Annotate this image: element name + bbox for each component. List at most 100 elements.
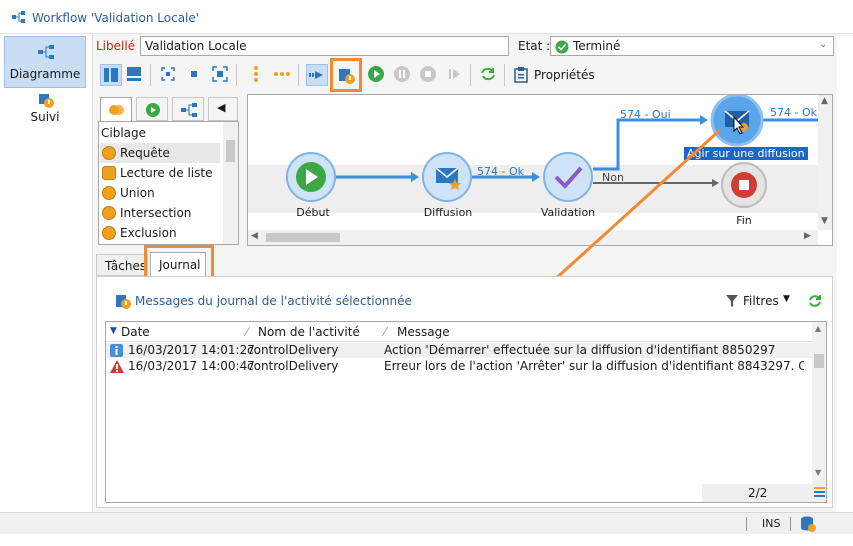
- union-icon: [102, 186, 116, 200]
- fullscreen-icon: [212, 66, 228, 82]
- toolbar-separator: [470, 64, 471, 86]
- stop-icon: [420, 66, 436, 82]
- intersection-icon: [102, 206, 116, 220]
- etat-label: Etat :: [518, 39, 551, 53]
- edge-label: 574 - Oui: [620, 108, 671, 121]
- column-header-date[interactable]: Date: [121, 325, 150, 339]
- palette-tab-flow[interactable]: [136, 97, 168, 121]
- tab-taches[interactable]: Tâches: [96, 254, 148, 276]
- journal-grid: ▼ Date ⁄ Nom de l'activité ⁄ Message 16/…: [105, 321, 827, 503]
- etat-value: Terminé: [573, 39, 621, 53]
- libelle-input[interactable]: Validation Locale: [140, 36, 509, 56]
- align-horizontal-button[interactable]: [272, 64, 294, 86]
- log-icon: [116, 295, 131, 309]
- layout-horizontal-icon: [127, 67, 141, 81]
- left-navigation: Diagramme Suivi: [0, 34, 92, 534]
- refresh-icon: [481, 67, 495, 81]
- step-button[interactable]: [444, 64, 466, 86]
- workflow-icon: [12, 11, 25, 23]
- zoom-normal-button[interactable]: [184, 64, 206, 86]
- row-date: 16/03/2017 14:01:27: [128, 343, 255, 357]
- chevron-right-icon[interactable]: ▶: [804, 231, 811, 241]
- title-bar: Workflow 'Validation Locale': [0, 0, 853, 34]
- palette-item-label: Intersection: [120, 206, 192, 220]
- table-row[interactable]: 16/03/2017 14:00:47 controlDelivery Erre…: [106, 359, 823, 374]
- pause-button[interactable]: [392, 64, 414, 86]
- zoom-fit-button[interactable]: [158, 64, 180, 86]
- table-row[interactable]: 16/03/2017 14:01:27 controlDelivery Acti…: [106, 343, 823, 358]
- chevron-down-icon[interactable]: ▼: [821, 216, 828, 226]
- pagination-bar: 2/2: [702, 484, 812, 502]
- properties-button[interactable]: Propriétés: [512, 64, 595, 86]
- scrollbar-thumb[interactable]: [266, 233, 340, 242]
- layout-vertical-icon: [104, 68, 118, 82]
- zoom-page-button[interactable]: [210, 64, 232, 86]
- row-date: 16/03/2017 14:00:47: [128, 359, 255, 373]
- scrollbar-thumb[interactable]: [226, 140, 235, 162]
- toolbar-separator: [298, 64, 299, 86]
- diagram-vscrollbar[interactable]: ▲ ▼: [818, 95, 832, 230]
- list-item[interactable]: Lecture de liste: [100, 163, 220, 183]
- nav-item-suivi[interactable]: Suivi: [4, 90, 86, 130]
- exclusion-icon: [102, 226, 116, 240]
- start-button[interactable]: [366, 64, 388, 86]
- layout-horizontal-button[interactable]: [124, 64, 146, 86]
- column-header-message[interactable]: Message: [397, 325, 450, 339]
- chevron-left-icon: ◀: [217, 101, 226, 114]
- chevron-down-icon[interactable]: ⌄: [819, 39, 827, 50]
- filters-label: Filtres: [743, 294, 779, 308]
- activity-log-button[interactable]: [330, 58, 362, 92]
- grid-vscrollbar[interactable]: ▲ ▼: [812, 322, 826, 502]
- input-mode: INS: [762, 517, 781, 530]
- palette-item-label: Union: [120, 186, 155, 200]
- refresh-icon[interactable]: [807, 293, 823, 309]
- layout-vertical-button[interactable]: [100, 64, 122, 86]
- window-title: Workflow 'Validation Locale': [32, 11, 200, 25]
- dots-vertical-icon: [254, 66, 258, 82]
- edge-arrow: [700, 115, 708, 125]
- list-read-icon: [102, 166, 116, 180]
- list-item[interactable]: Union: [100, 183, 220, 203]
- palette-tab-targeting[interactable]: [100, 97, 132, 121]
- palette-tab-actions[interactable]: [172, 97, 204, 121]
- palette-item-label: Exclusion: [120, 226, 177, 240]
- tab-label: Journal: [159, 258, 201, 272]
- list-item[interactable]: Intersection: [100, 203, 220, 223]
- palette-list: Ciblage Requête Lecture de liste Union I…: [98, 121, 239, 245]
- list-item[interactable]: Requête: [100, 143, 220, 163]
- targeting-icon: [109, 105, 124, 115]
- node-label-fin: Fin: [736, 214, 752, 227]
- zoom-fit-icon: [161, 67, 175, 81]
- row-activity: controlDelivery: [247, 343, 339, 357]
- column-header-activity[interactable]: Nom de l'activité: [258, 325, 360, 339]
- transition-button[interactable]: [306, 64, 328, 86]
- square-icon: [191, 71, 197, 77]
- chevron-down-icon[interactable]: ▼: [815, 468, 821, 477]
- log-icon: [339, 69, 355, 84]
- status-separator: [746, 517, 747, 531]
- chevron-left-icon[interactable]: ◀: [251, 231, 258, 241]
- nav-item-diagramme[interactable]: Diagramme: [4, 36, 86, 88]
- refresh-button[interactable]: [478, 64, 500, 86]
- scrollbar-thumb[interactable]: [814, 354, 824, 368]
- nav-label-suivi: Suivi: [30, 110, 60, 124]
- chevron-up-icon[interactable]: ▲: [815, 324, 821, 333]
- list-icon[interactable]: [814, 486, 825, 498]
- database-icon: [801, 516, 816, 532]
- row-activity: controlDelivery: [247, 359, 339, 373]
- palette-tab-more[interactable]: ◀: [208, 97, 238, 121]
- chevron-up-icon[interactable]: ▲: [821, 96, 828, 106]
- toolbar-separator: [504, 64, 505, 86]
- palette-item-label: Lecture de liste: [120, 166, 213, 180]
- list-item[interactable]: Exclusion: [100, 223, 220, 243]
- filter-icon: [726, 295, 738, 307]
- palette-scrollbar[interactable]: [223, 122, 238, 244]
- stop-button[interactable]: [418, 64, 440, 86]
- libelle-label: Libellé: [96, 39, 136, 53]
- tab-journal[interactable]: Journal: [150, 252, 206, 276]
- column-divider-icon: ⁄: [384, 325, 387, 339]
- align-vertical-button[interactable]: [246, 64, 268, 86]
- palette-category: Ciblage: [101, 126, 147, 140]
- filters-button[interactable]: Filtres ▼: [723, 291, 795, 311]
- pause-icon: [394, 66, 410, 82]
